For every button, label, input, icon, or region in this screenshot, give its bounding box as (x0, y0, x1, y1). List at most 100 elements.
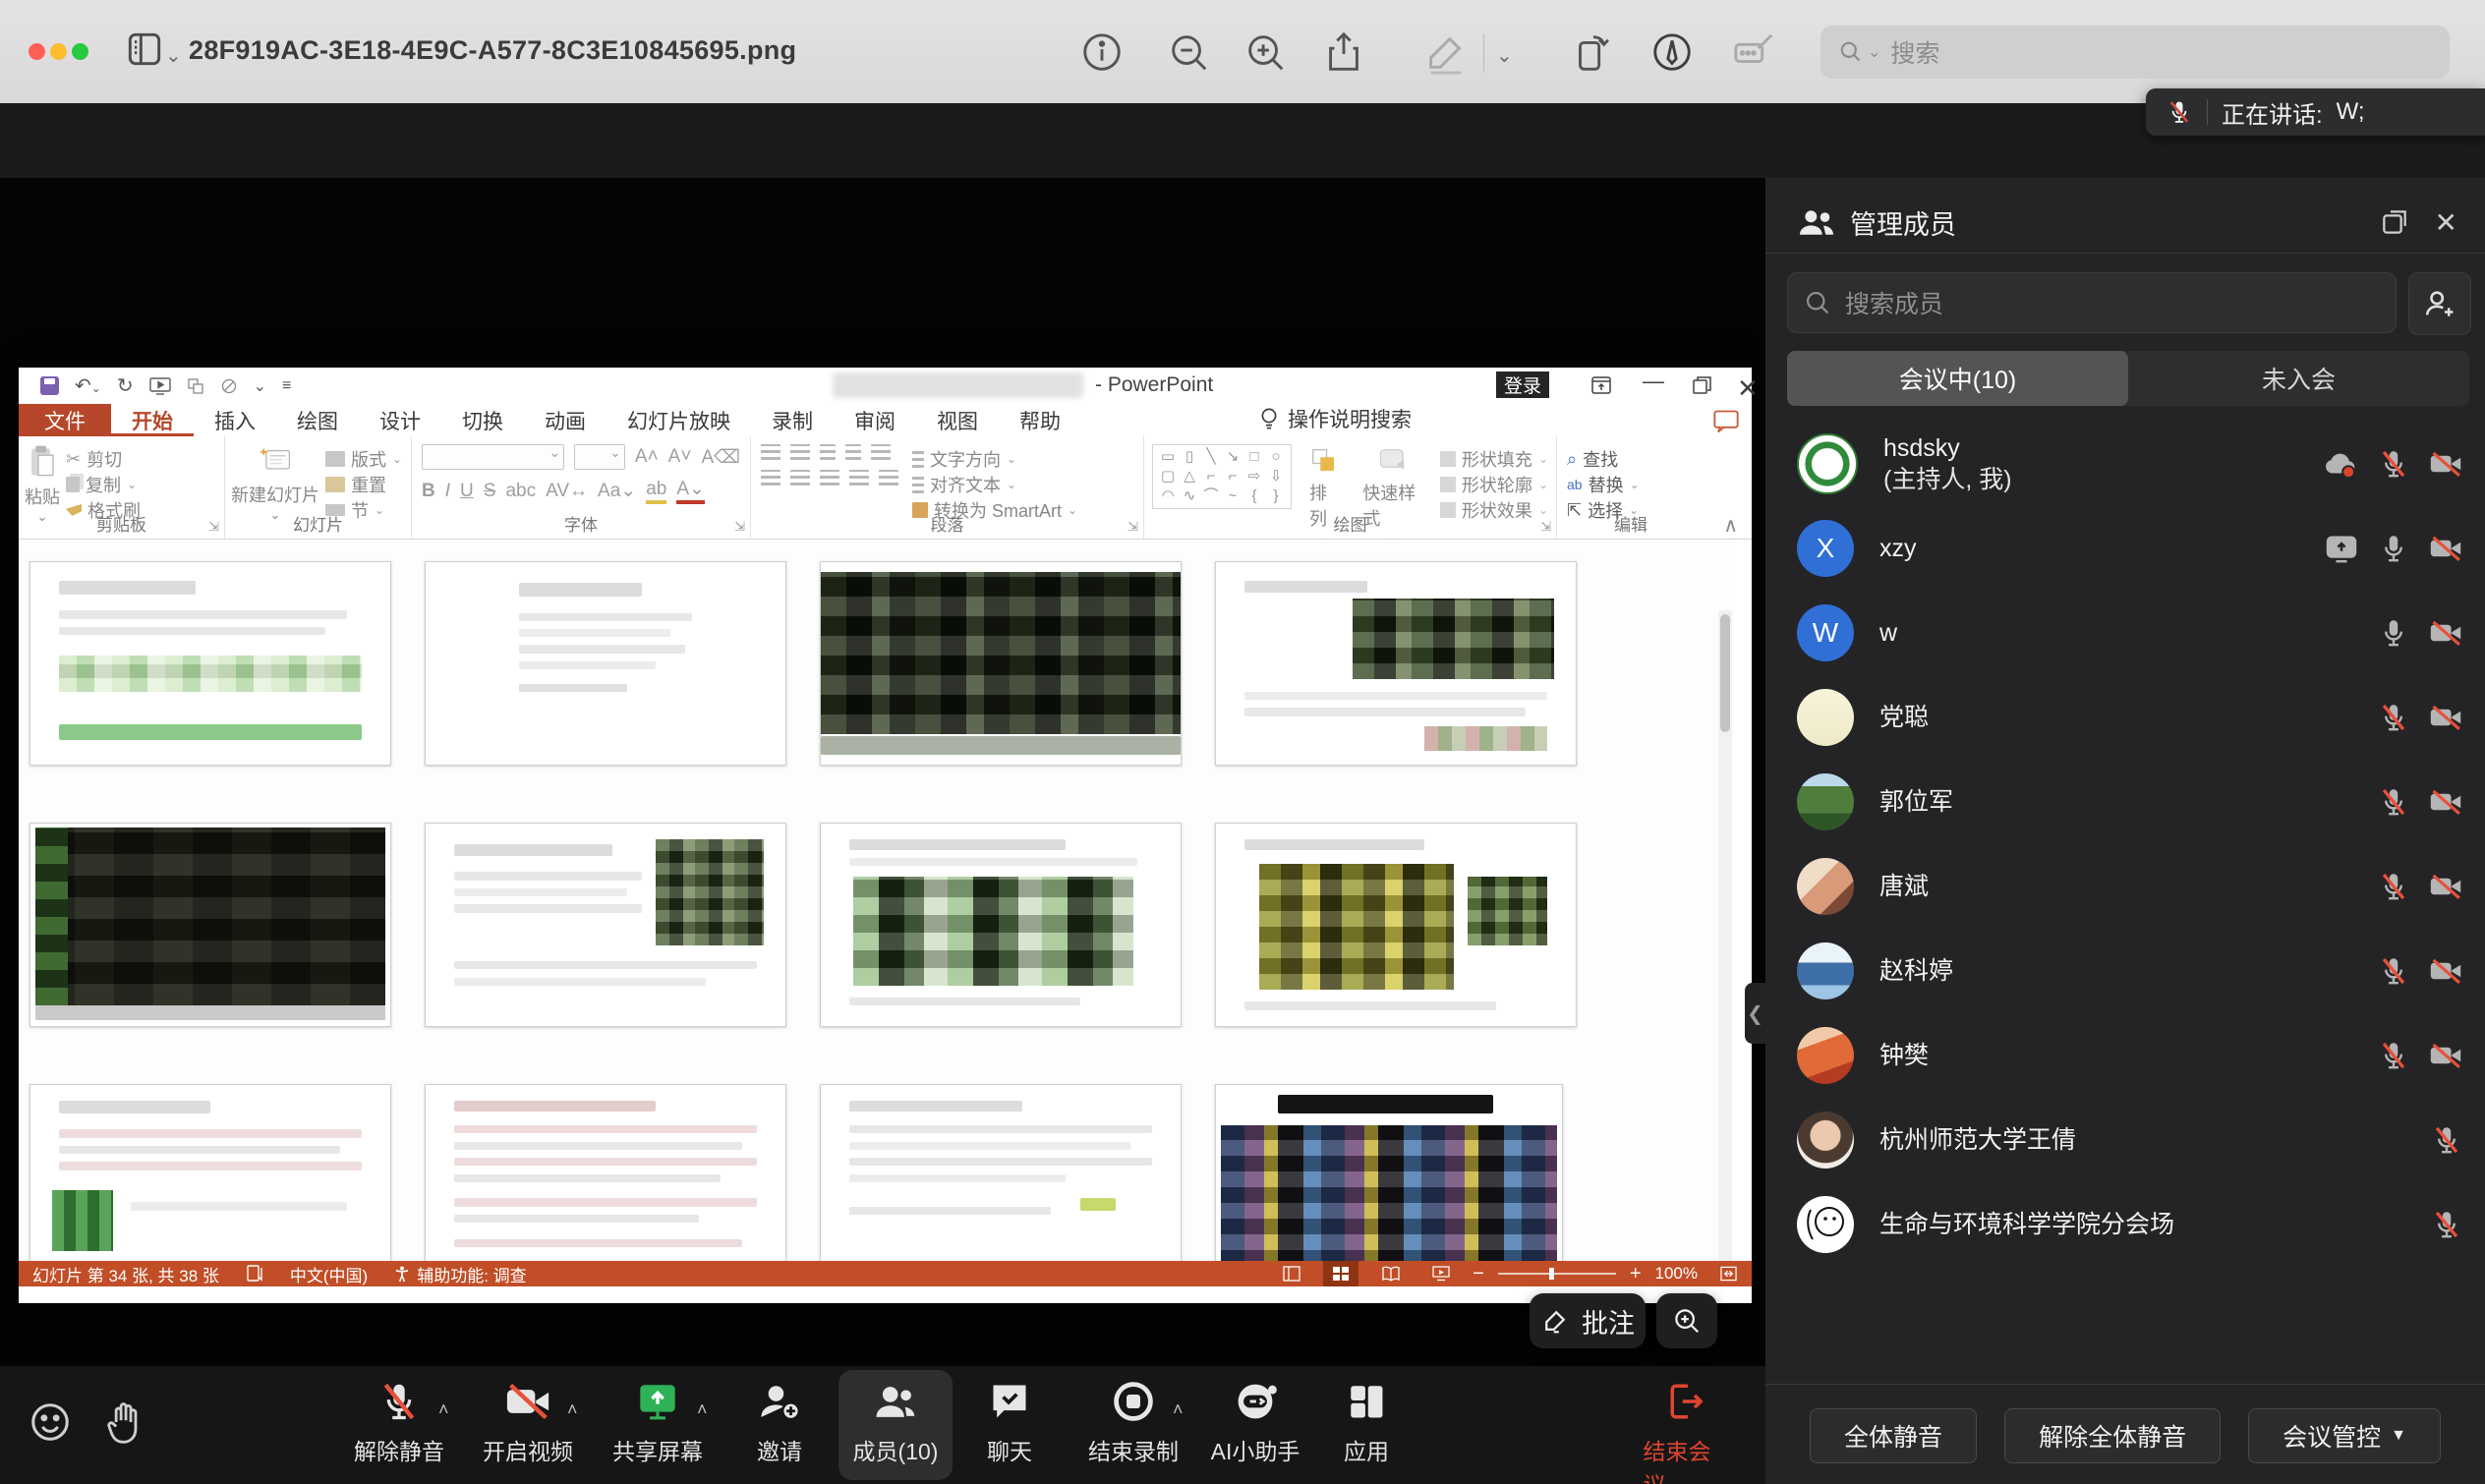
mic-off-icon[interactable] (2377, 870, 2410, 903)
italic-icon[interactable]: I (445, 481, 450, 502)
ppt-vertical-scrollbar[interactable]: ▾ (1718, 610, 1732, 1261)
redo-icon[interactable]: ↻ (117, 373, 134, 398)
numbering-icon[interactable] (790, 444, 810, 460)
slide-thumbnail[interactable] (425, 823, 786, 1027)
markup-chevron-icon[interactable]: ⌄ (1496, 43, 1513, 68)
cam-off-icon[interactable] (2428, 701, 2463, 734)
text-annotation-icon[interactable] (1732, 29, 1777, 75)
fullscreen-window-button[interactable] (72, 43, 88, 60)
ppt-tab-4[interactable]: 绘图 (276, 404, 359, 436)
font-size-dropdown[interactable] (574, 444, 625, 470)
slide-thumbnail[interactable] (29, 1084, 391, 1261)
slide-sorter[interactable]: ▾ (19, 540, 1734, 1261)
panel-tab-not-joined[interactable]: 未入会 (2128, 351, 2469, 406)
start-slideshow-icon[interactable] (149, 377, 171, 395)
slide-thumbnail[interactable] (1215, 561, 1577, 766)
member-row[interactable]: 钟樊 (1765, 1013, 2485, 1098)
zoom-out-status-icon[interactable]: − (1473, 1263, 1484, 1285)
panel-tab-in-meeting[interactable]: 会议中(10) (1787, 351, 2128, 406)
search-field[interactable]: ⌄ 搜索 (1820, 26, 2450, 79)
spellcheck-icon[interactable] (245, 1264, 264, 1284)
zoom-in-icon[interactable] (1242, 29, 1288, 75)
ppt-tab-10[interactable]: 审阅 (834, 404, 916, 436)
info-icon[interactable] (1079, 29, 1125, 75)
member-row[interactable]: hsdsky(主持人, 我) (1765, 422, 2485, 506)
font-color-icon[interactable]: A⌄ (676, 478, 705, 504)
member-row[interactable]: 杭州师范大学王倩 (1765, 1098, 2485, 1182)
toolbar-apps-button[interactable]: 应用 (1293, 1378, 1440, 1466)
panel-close-icon[interactable]: ✕ (2435, 206, 2457, 239)
mic-off-icon[interactable] (2377, 954, 2410, 988)
layout-button[interactable]: 版式⌄ (325, 447, 402, 471)
slide-sorter-view-icon[interactable] (1323, 1261, 1358, 1286)
ppt-tab-9[interactable]: 录制 (751, 404, 834, 436)
ppt-tellme[interactable]: 操作说明搜索 (1242, 404, 1427, 433)
normal-view-icon[interactable] (1274, 1261, 1309, 1286)
ppt-tab-1[interactable]: 文件 (19, 404, 111, 436)
mute-all-button[interactable]: 全体静音 (1810, 1408, 1977, 1463)
cut-button[interactable]: ✂剪切 (66, 447, 141, 471)
zoom-out-icon[interactable] (1166, 29, 1211, 75)
align-right-icon[interactable] (820, 470, 839, 485)
annotate-button[interactable]: 批注 (1530, 1293, 1646, 1348)
justify-icon[interactable] (849, 470, 869, 485)
ppt-tab-12[interactable]: 帮助 (999, 404, 1081, 436)
cam-off-icon[interactable] (2428, 1039, 2463, 1072)
align-left-icon[interactable] (761, 470, 780, 485)
ppt-quick-access-toolbar[interactable]: ↶⌄ ↻ ⌄ ≡ (40, 373, 291, 398)
case-icon[interactable]: Aa⌄ (598, 480, 636, 502)
member-row[interactable]: 赵科婷 (1765, 929, 2485, 1013)
markup-pencil-icon[interactable] (1423, 29, 1469, 75)
cam-off-icon[interactable] (2428, 954, 2463, 988)
slide-thumbnail[interactable] (820, 1084, 1182, 1261)
meeting-control-button[interactable]: 会议管控 ▼ (2248, 1408, 2441, 1463)
mic-off-icon[interactable] (2377, 447, 2410, 481)
line-spacing-icon[interactable] (871, 444, 891, 460)
member-row[interactable]: 郭位军 (1765, 760, 2485, 844)
member-row[interactable]: Ww (1765, 591, 2485, 675)
share-icon[interactable] (1321, 29, 1366, 75)
slide-thumbnail[interactable] (29, 561, 391, 766)
slide-thumbnail[interactable] (820, 823, 1182, 1027)
undo-icon[interactable]: ↶⌄ (75, 373, 101, 398)
fit-to-window-icon[interactable] (1711, 1261, 1746, 1286)
shrink-font-icon[interactable]: A˅ (668, 446, 692, 468)
customize-qat-icon[interactable] (220, 377, 238, 395)
grow-font-icon[interactable]: A˄ (635, 446, 659, 468)
ppt-ribbon-pin-icon[interactable] (1589, 373, 1613, 397)
panel-collapse-handle[interactable]: ❮ (1745, 983, 1765, 1044)
ppt-tab-11[interactable]: 视图 (916, 404, 999, 436)
member-search-input[interactable]: 搜索成员 (1787, 272, 2397, 333)
outdent-icon[interactable] (820, 444, 836, 460)
zoom-percentage[interactable]: 100% (1655, 1264, 1698, 1284)
mic-off-icon[interactable] (2430, 1208, 2463, 1241)
ppt-tab-7[interactable]: 动画 (524, 404, 607, 436)
chevron-down-icon[interactable]: ⌄ (165, 43, 182, 68)
replace-button[interactable]: ab替换⌄ (1567, 473, 1695, 496)
qat-more-icon[interactable]: ⌄ (254, 376, 266, 396)
copy-style-icon[interactable] (187, 377, 204, 395)
slide-thumbnail[interactable] (29, 823, 391, 1027)
ppt-tab-5[interactable]: 设计 (359, 404, 441, 436)
text-direction-button[interactable]: 文字方向⌄ (912, 447, 1077, 471)
mic-on-icon[interactable] (2377, 616, 2410, 650)
language-status[interactable]: 中文(中国) (290, 1262, 368, 1286)
ppt-tab-8[interactable]: 幻灯片放映 (607, 404, 751, 436)
member-row[interactable]: 唐斌 (1765, 844, 2485, 929)
end-meeting-button[interactable]: 结束会议 (1644, 1378, 1725, 1484)
ppt-login-button[interactable]: 登录 (1496, 371, 1549, 398)
highlight-pen-icon[interactable] (1649, 29, 1695, 75)
strikethrough-icon[interactable]: S (484, 481, 496, 502)
slide-thumbnail[interactable] (1215, 823, 1577, 1027)
slide-thumbnail[interactable] (425, 1084, 786, 1261)
toolbar-cam-off-big-button[interactable]: 开启视频 (454, 1378, 602, 1466)
ppt-tab-2[interactable]: 开始 (111, 404, 194, 436)
panel-popout-icon[interactable] (2379, 206, 2410, 238)
reactions-button[interactable] (20, 1392, 81, 1453)
ppt-close-icon[interactable]: ✕ (1737, 373, 1759, 404)
underline-icon[interactable]: U (460, 481, 474, 502)
member-row[interactable]: Xxzy (1765, 506, 2485, 591)
mic-off-icon[interactable] (2377, 785, 2410, 819)
slide-thumbnail[interactable] (820, 561, 1182, 766)
cam-off-icon[interactable] (2428, 870, 2463, 903)
